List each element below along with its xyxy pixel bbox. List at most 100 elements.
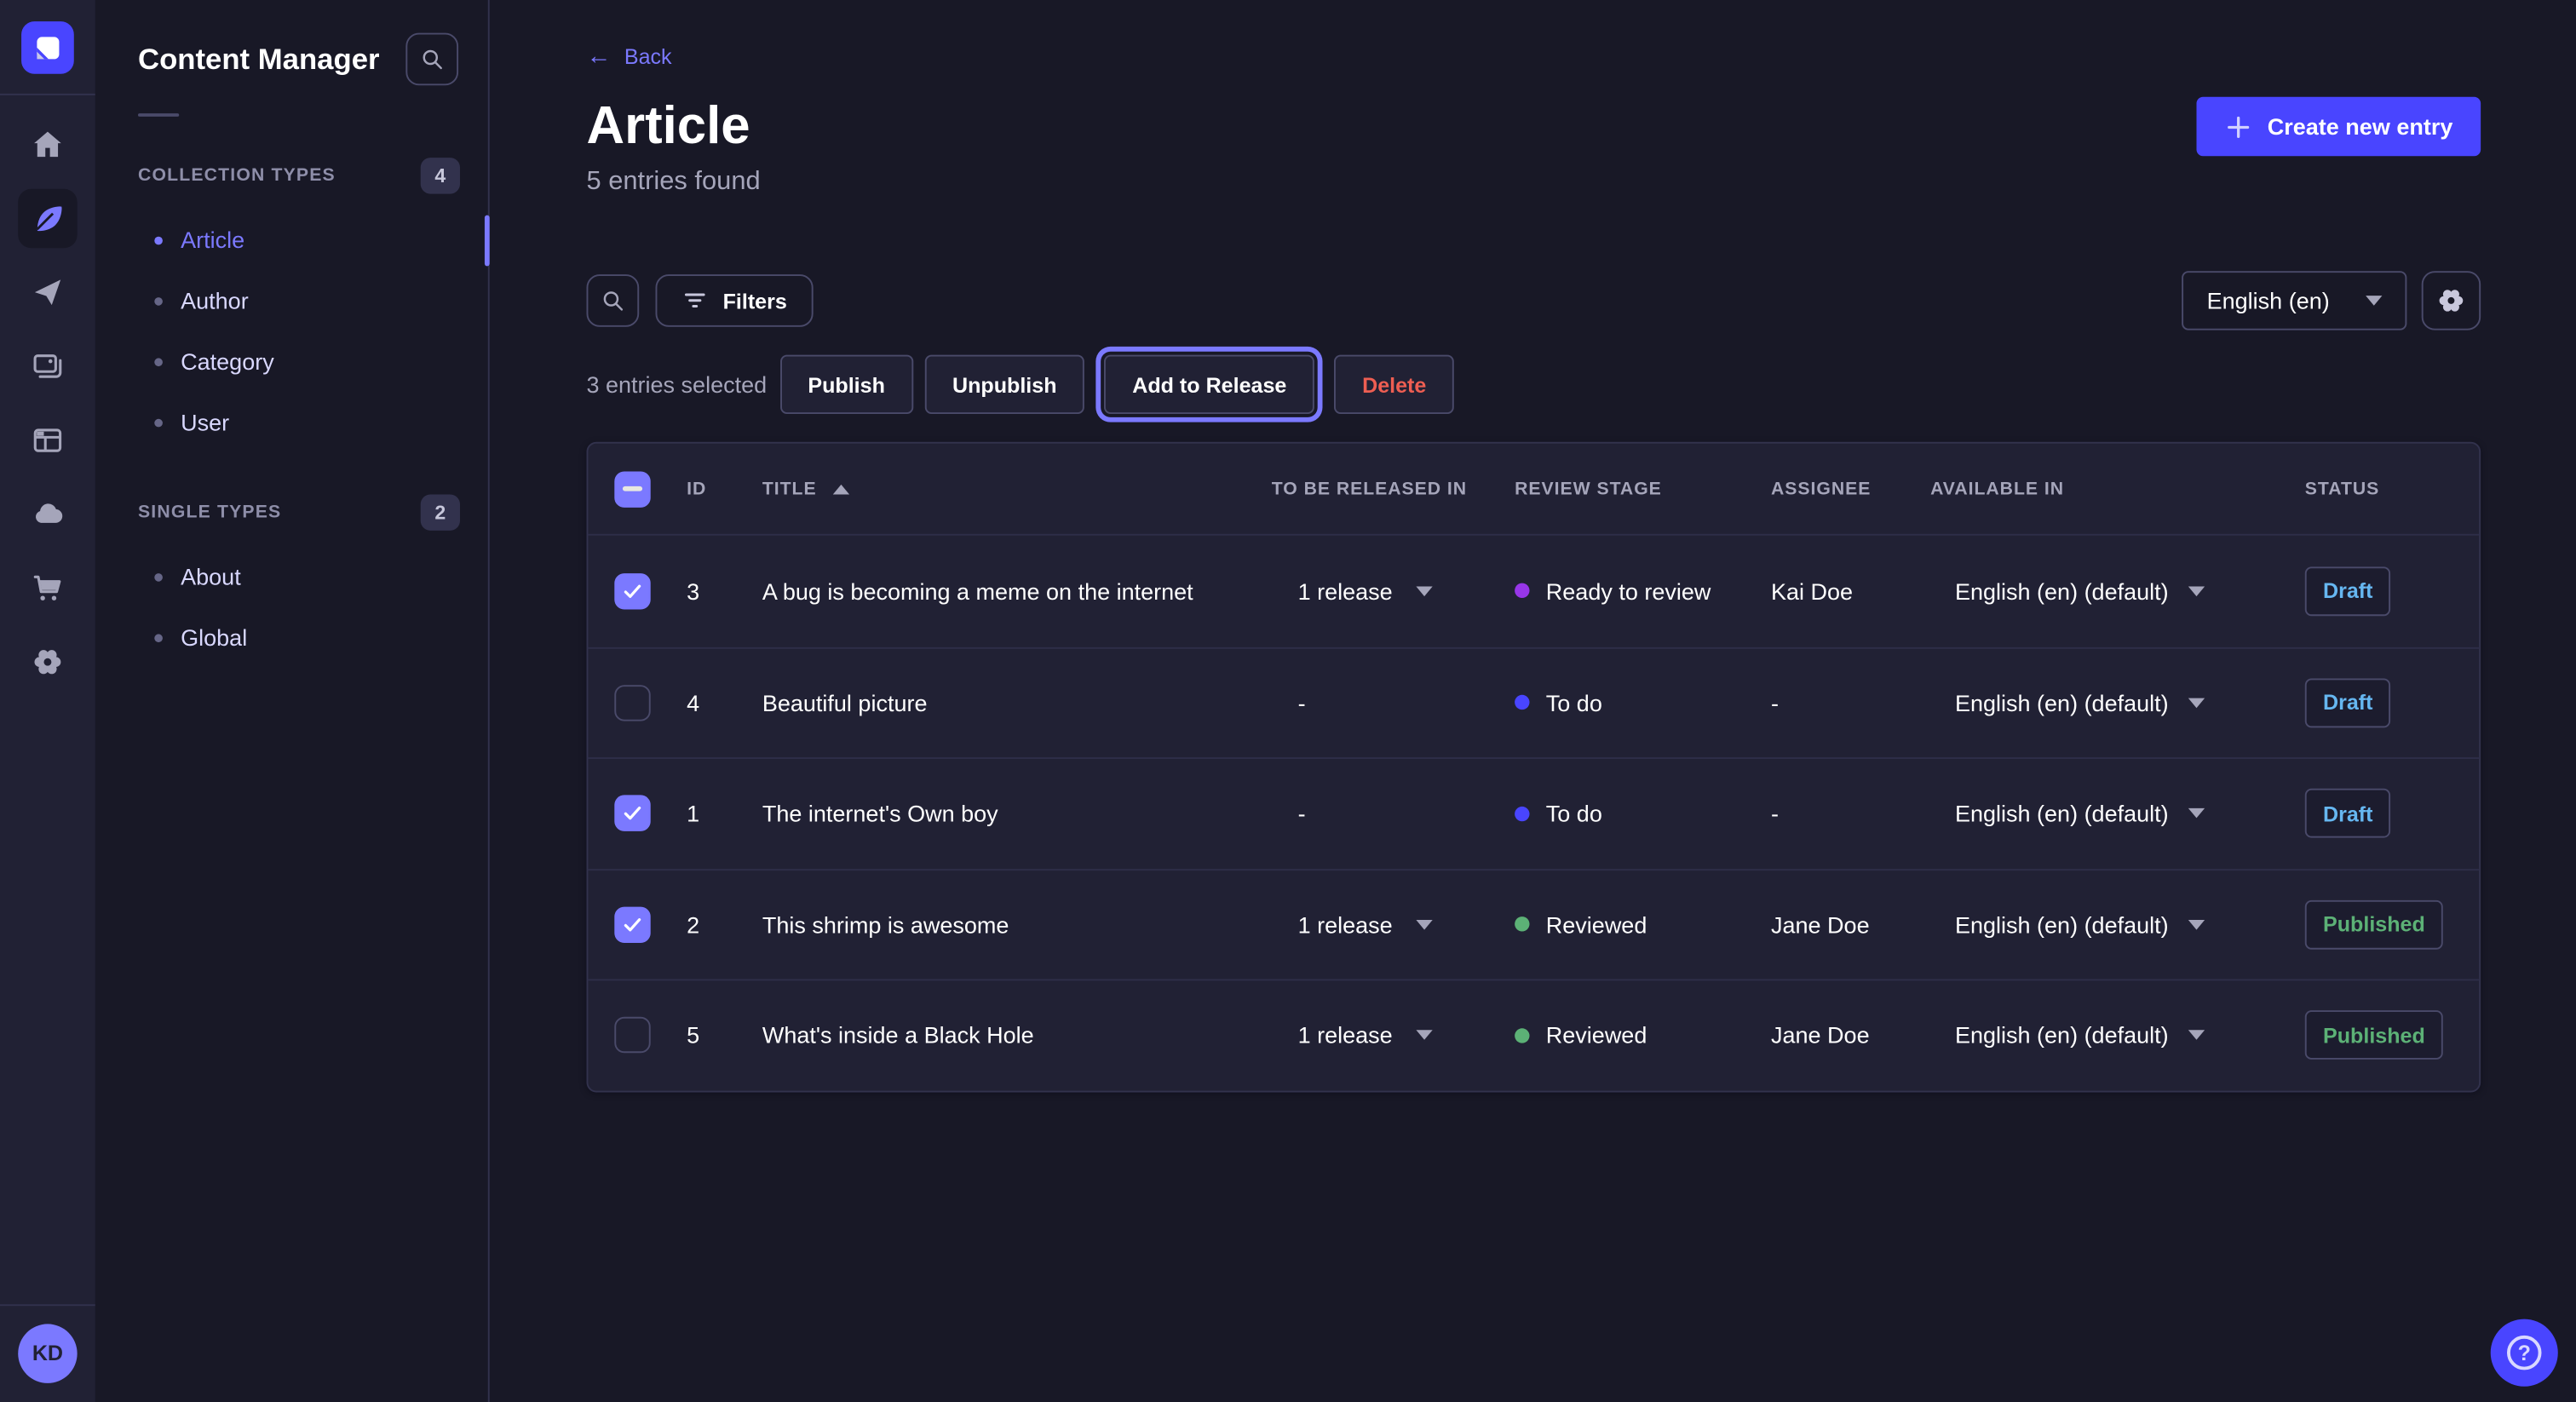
locale-caret-icon[interactable] xyxy=(2188,586,2205,596)
entries-count: 5 entries found xyxy=(586,168,760,198)
row-checkbox[interactable] xyxy=(614,906,650,942)
check-icon xyxy=(621,802,644,825)
bullet-icon xyxy=(154,297,163,306)
layout-icon[interactable] xyxy=(18,411,77,469)
locale-caret-icon[interactable] xyxy=(2188,698,2205,708)
entry-locale: English (en) (default) xyxy=(1955,577,2169,604)
sort-ascending-icon xyxy=(833,484,849,494)
entry-review-stage: Reviewed xyxy=(1546,911,1647,938)
entry-assignee: Jane Doe xyxy=(1771,911,1930,938)
home-icon[interactable] xyxy=(18,115,77,174)
sidebar-item-label: Category xyxy=(181,345,274,379)
entry-release: 1 release xyxy=(1298,911,1393,938)
entry-review-stage: Ready to review xyxy=(1546,577,1711,604)
stage-dot xyxy=(1515,806,1529,820)
cloud-icon[interactable] xyxy=(18,485,77,543)
column-header-assignee: ASSIGNEE xyxy=(1771,479,1930,498)
strapi-logo-icon xyxy=(21,20,74,73)
section-label: SINGLE TYPES xyxy=(138,503,281,522)
subnav-title: Content Manager xyxy=(138,42,380,76)
indeterminate-dash-icon xyxy=(623,486,642,491)
collection-types-count-badge: 4 xyxy=(421,158,460,193)
main-content: ← Back Article 5 entries found Create ne… xyxy=(490,0,2576,1402)
release-caret-icon[interactable] xyxy=(1416,586,1432,596)
bullet-icon xyxy=(154,237,163,245)
sidebar-item-article[interactable]: Article xyxy=(95,210,488,271)
entry-release: 1 release xyxy=(1298,1022,1393,1049)
entry-title: This shrimp is awesome xyxy=(762,911,1272,938)
table-row[interactable]: 5 What's inside a Black Hole 1 release R… xyxy=(588,979,2479,1089)
subnav-search-button[interactable] xyxy=(405,33,458,86)
filter-icon xyxy=(681,289,708,312)
list-search-button[interactable] xyxy=(586,274,639,327)
publish-button[interactable]: Publish xyxy=(780,355,913,414)
column-header-title[interactable]: TITLE xyxy=(762,479,1272,498)
collection-types-section: COLLECTION TYPES 4 Article Author Catego… xyxy=(95,158,488,453)
releases-paper-plane-icon[interactable] xyxy=(18,263,77,322)
bullet-icon xyxy=(154,419,163,428)
sidebar-item-user[interactable]: User xyxy=(95,393,488,453)
settings-gear-icon[interactable] xyxy=(18,632,77,691)
locale-caret-icon[interactable] xyxy=(2188,920,2205,930)
search-icon xyxy=(420,47,445,72)
back-link[interactable]: ← Back xyxy=(586,44,671,69)
sidebar-item-label: Global xyxy=(181,621,247,656)
row-checkbox[interactable] xyxy=(614,1017,650,1053)
unpublish-button[interactable]: Unpublish xyxy=(924,355,1084,414)
add-to-release-button[interactable]: Add to Release xyxy=(1104,355,1314,414)
content-manager-subnav: Content Manager COLLECTION TYPES 4 xyxy=(95,0,490,1402)
table-row[interactable]: 3 A bug is becoming a meme on the intern… xyxy=(588,536,2479,646)
view-settings-gear-button[interactable] xyxy=(2422,271,2481,330)
row-checkbox[interactable] xyxy=(614,796,650,831)
application-window: KD Content Manager COLLECTION TYPES 4 xyxy=(0,0,2576,1402)
entry-release: - xyxy=(1298,690,1306,716)
entry-id: 5 xyxy=(687,1022,762,1049)
question-mark-icon: ? xyxy=(2507,1336,2542,1370)
user-avatar[interactable]: KD xyxy=(18,1323,77,1382)
delete-button[interactable]: Delete xyxy=(1334,355,1454,414)
sidebar-item-about[interactable]: About xyxy=(95,547,488,607)
filters-button[interactable]: Filters xyxy=(655,274,813,327)
column-header-status: STATUS xyxy=(2279,479,2452,498)
status-badge: Draft xyxy=(2305,566,2391,616)
chevron-down-icon xyxy=(2366,296,2382,306)
release-caret-icon[interactable] xyxy=(1416,920,1432,930)
locale-caret-icon[interactable] xyxy=(2188,808,2205,819)
row-checkbox[interactable] xyxy=(614,573,650,609)
entry-assignee: Jane Doe xyxy=(1771,1022,1930,1049)
sidebar-item-category[interactable]: Category xyxy=(95,332,488,393)
entry-review-stage: Reviewed xyxy=(1546,1022,1647,1049)
content-manager-feather-icon[interactable] xyxy=(18,189,77,248)
entry-assignee: - xyxy=(1771,801,1930,827)
sidebar-item-author[interactable]: Author xyxy=(95,271,488,331)
entry-id: 3 xyxy=(687,577,762,604)
table-header: ID TITLE TO BE RELEASED IN REVIEW STAGE … xyxy=(588,444,2479,536)
table-row[interactable]: 4 Beautiful picture - To do - English (e… xyxy=(588,646,2479,757)
column-header-to-be-released-in: TO BE RELEASED IN xyxy=(1272,479,1515,498)
entries-table: ID TITLE TO BE RELEASED IN REVIEW STAGE … xyxy=(586,442,2481,1092)
row-checkbox[interactable] xyxy=(614,685,650,721)
entry-title: Beautiful picture xyxy=(762,690,1272,716)
column-header-review-stage: REVIEW STAGE xyxy=(1515,479,1771,498)
locale-caret-icon[interactable] xyxy=(2188,1031,2205,1041)
entry-id: 2 xyxy=(687,911,762,938)
create-new-entry-button[interactable]: Create new entry xyxy=(2197,97,2481,156)
help-button[interactable]: ? xyxy=(2491,1319,2558,1387)
sidebar-item-global[interactable]: Global xyxy=(95,608,488,669)
table-row[interactable]: 2 This shrimp is awesome 1 release Revie… xyxy=(588,868,2479,979)
sidebar-item-label: About xyxy=(181,560,241,595)
strapi-logo[interactable] xyxy=(21,20,74,73)
locale-select[interactable]: English (en) xyxy=(2182,271,2407,330)
table-row[interactable]: 1 The internet's Own boy - To do - Engli… xyxy=(588,757,2479,868)
table-body: 3 A bug is becoming a meme on the intern… xyxy=(588,536,2479,1090)
cart-icon[interactable] xyxy=(18,559,77,618)
entry-title: What's inside a Black Hole xyxy=(762,1022,1272,1049)
plus-icon xyxy=(2225,112,2253,141)
select-all-checkbox[interactable] xyxy=(614,471,650,507)
release-caret-icon[interactable] xyxy=(1416,1031,1432,1041)
sidebar-item-label: Author xyxy=(181,284,249,319)
entry-review-stage: To do xyxy=(1546,801,1602,827)
check-icon xyxy=(621,579,644,602)
entry-release: 1 release xyxy=(1298,577,1393,604)
media-library-icon[interactable] xyxy=(18,336,77,395)
